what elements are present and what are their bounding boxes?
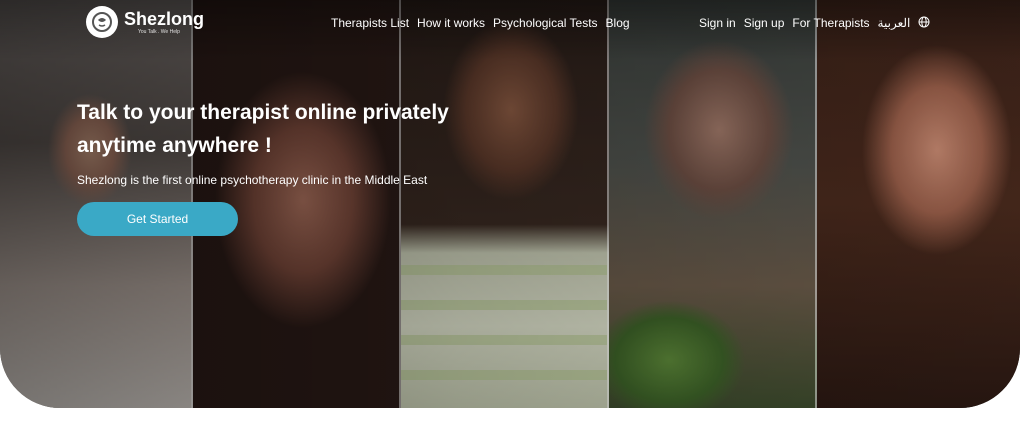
main-nav: Therapists List How it works Psychologic… — [331, 16, 638, 30]
nav-therapists-list[interactable]: Therapists List — [331, 16, 409, 30]
sign-in-link[interactable]: Sign in — [699, 16, 736, 30]
brand-tagline: You Talk . We Help — [138, 29, 180, 35]
globe-icon[interactable] — [918, 16, 930, 28]
nav-psychological-tests[interactable]: Psychological Tests — [493, 16, 598, 30]
chat-bubble-logo-icon — [86, 6, 118, 38]
brand-name: Shezlong — [124, 9, 204, 29]
site-logo[interactable]: Shezlong You Talk . We Help — [86, 6, 204, 38]
hero-banner: Shezlong You Talk . We Help Therapists L… — [0, 0, 1020, 408]
nav-blog[interactable]: Blog — [606, 16, 630, 30]
get-started-button[interactable]: Get Started — [77, 202, 238, 236]
account-nav: Sign in Sign up For Therapists العربية — [699, 16, 938, 30]
hero-subtitle: Shezlong is the first online psychothera… — [77, 173, 428, 187]
nav-how-it-works[interactable]: How it works — [417, 16, 485, 30]
for-therapists-link[interactable]: For Therapists — [792, 16, 869, 30]
hero-headline: Talk to your therapist online privately … — [77, 101, 449, 157]
language-switch-link[interactable]: العربية — [878, 16, 911, 30]
sign-up-link[interactable]: Sign up — [744, 16, 785, 30]
